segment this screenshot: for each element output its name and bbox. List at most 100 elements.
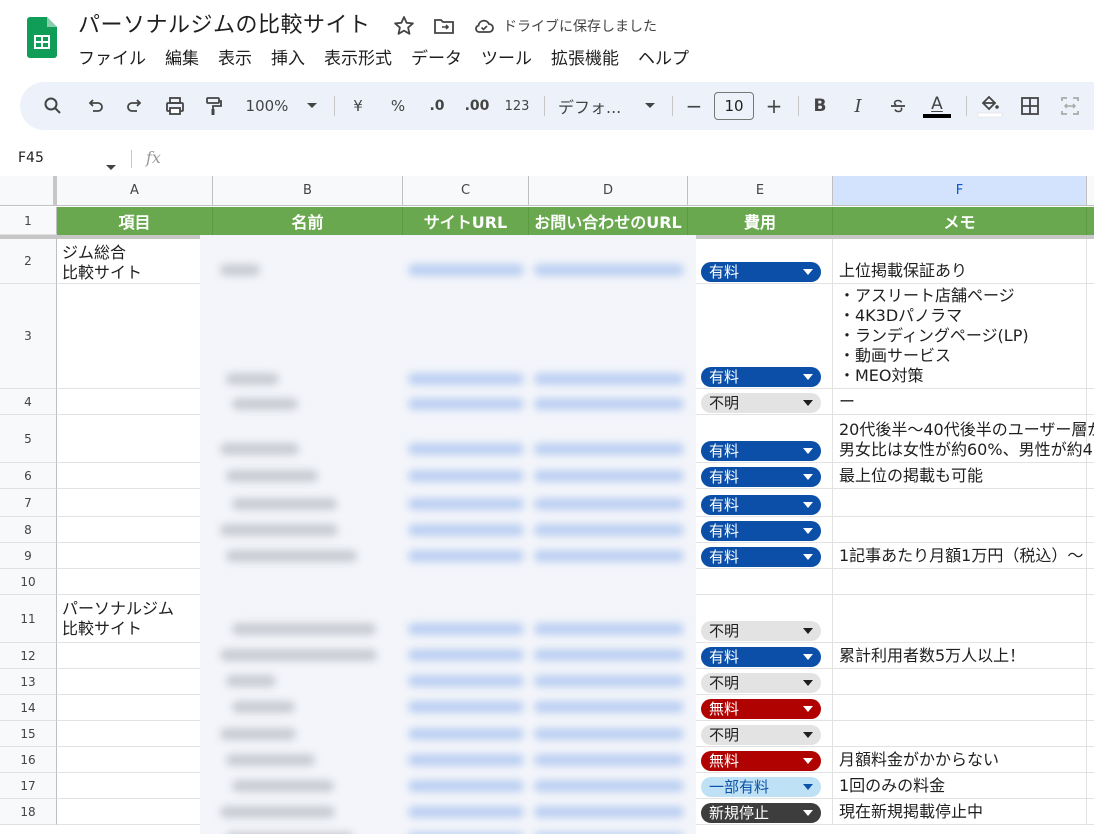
menu-item-6[interactable]: ツール (481, 46, 542, 72)
column-header-a[interactable]: A (57, 176, 213, 206)
cost-chip-11[interactable]: 不明 (701, 621, 821, 641)
cost-chip-4[interactable]: 不明 (701, 393, 821, 413)
font-size-field[interactable]: 10 (714, 82, 754, 130)
star-icon[interactable] (392, 14, 416, 38)
menu-item-0[interactable]: ファイル (78, 46, 156, 72)
row-header-12[interactable]: 12 (0, 643, 57, 669)
zoom-select[interactable]: 100% (242, 82, 292, 130)
font-family-select[interactable]: デフォ... (558, 82, 632, 130)
cost-chip-16[interactable]: 無料 (701, 751, 821, 771)
font-size-input[interactable]: 10 (714, 92, 754, 120)
cost-chip-6[interactable]: 有料 (701, 467, 821, 487)
cloud-saved-icon[interactable] (472, 14, 496, 38)
cell-g8[interactable] (1087, 517, 1094, 543)
header-cell-d[interactable]: お問い合わせのURL (529, 207, 688, 235)
cell-g17[interactable] (1087, 773, 1094, 799)
row-header-6[interactable]: 6 (0, 463, 57, 489)
menu-item-3[interactable]: 挿入 (271, 46, 315, 72)
number-format-button[interactable]: 123 (502, 82, 532, 130)
row-header-13[interactable]: 13 (0, 669, 57, 695)
name-box-dropdown-icon[interactable] (106, 156, 116, 175)
currency-format-button[interactable]: ¥ (346, 82, 370, 130)
cost-chip-7[interactable]: 有料 (701, 495, 821, 515)
cell-g10[interactable] (1087, 569, 1094, 595)
name-box[interactable]: F45 (18, 150, 44, 166)
menu-item-7[interactable]: 拡張機能 (551, 46, 629, 72)
header-cell-b[interactable]: 名前 (213, 207, 403, 235)
cost-chip-9[interactable]: 有料 (701, 547, 821, 567)
cell-g12[interactable] (1087, 643, 1094, 669)
select-all-corner[interactable] (0, 176, 57, 206)
cell-a13[interactable] (57, 669, 213, 695)
undo-icon[interactable] (80, 82, 110, 130)
sheets-logo-icon[interactable] (27, 17, 57, 58)
cell-a9[interactable] (57, 543, 213, 569)
cost-chip-8[interactable]: 有料 (701, 521, 821, 541)
cost-chip-2[interactable]: 有料 (701, 262, 821, 282)
merge-cells-icon[interactable] (1056, 82, 1084, 130)
zoom-dropdown-icon[interactable] (304, 82, 320, 130)
cell-g4[interactable] (1087, 389, 1094, 415)
header-cell-e[interactable]: 費用 (688, 207, 833, 235)
cell-g14[interactable] (1087, 695, 1094, 721)
header-cell-a[interactable]: 項目 (57, 207, 213, 235)
cell-f7[interactable] (833, 489, 1087, 517)
cell-a12[interactable] (57, 643, 213, 669)
cell-f14[interactable] (833, 695, 1087, 721)
cell-f15[interactable] (833, 721, 1087, 747)
document-title[interactable]: パーソナルジムの比較サイト (78, 10, 371, 42)
row-header-7[interactable]: 7 (0, 489, 57, 517)
row-header-2[interactable]: 2 (0, 239, 57, 284)
column-header-g[interactable] (1087, 176, 1094, 206)
cell-a5[interactable] (57, 415, 213, 463)
cell-a8[interactable] (57, 517, 213, 543)
header-cell-g[interactable] (1087, 207, 1094, 235)
cell-a7[interactable] (57, 489, 213, 517)
row-header-9[interactable]: 9 (0, 543, 57, 569)
cell-g13[interactable] (1087, 669, 1094, 695)
increase-decimal-button[interactable]: .00 (460, 82, 494, 130)
cell-a15[interactable] (57, 721, 213, 747)
row-header-14[interactable]: 14 (0, 695, 57, 721)
cost-chip-15[interactable]: 不明 (701, 725, 821, 745)
fill-color-icon[interactable] (974, 82, 1006, 130)
menu-item-8[interactable]: ヘルプ (638, 46, 699, 72)
cell-g16[interactable] (1087, 747, 1094, 773)
cell-a14[interactable] (57, 695, 213, 721)
redo-icon[interactable] (120, 82, 150, 130)
cost-chip-14[interactable]: 無料 (701, 699, 821, 719)
cell-a16[interactable] (57, 747, 213, 773)
column-header-b[interactable]: B (213, 176, 403, 206)
menu-item-2[interactable]: 表示 (218, 46, 262, 72)
font-size-decrease-button[interactable]: − (682, 82, 706, 130)
row-header-17[interactable]: 17 (0, 773, 57, 799)
cell-g7[interactable] (1087, 489, 1094, 517)
cell-a18[interactable] (57, 799, 213, 825)
cell-a4[interactable] (57, 389, 213, 415)
cost-chip-5[interactable]: 有料 (701, 441, 821, 461)
font-dropdown-icon[interactable] (642, 82, 658, 130)
menu-item-5[interactable]: データ (411, 46, 472, 72)
row-header-18[interactable]: 18 (0, 799, 57, 825)
move-to-folder-icon[interactable] (432, 14, 456, 38)
cell-g3[interactable] (1087, 284, 1094, 389)
row-header-10[interactable]: 10 (0, 569, 57, 595)
column-header-e[interactable]: E (688, 176, 833, 206)
cost-chip-18[interactable]: 新規停止 (701, 803, 821, 823)
cell-e10[interactable] (688, 569, 833, 595)
cell-a3[interactable] (57, 284, 213, 389)
bold-button[interactable]: B (808, 82, 832, 130)
font-size-increase-button[interactable]: + (762, 82, 786, 130)
column-header-c[interactable]: C (403, 176, 529, 206)
menu-item-4[interactable]: 表示形式 (324, 46, 402, 72)
row-header-11[interactable]: 11 (0, 595, 57, 643)
cell-a10[interactable] (57, 569, 213, 595)
row-header-5[interactable]: 5 (0, 415, 57, 463)
cell-f4[interactable] (833, 389, 1087, 415)
cell-f11[interactable] (833, 595, 1087, 643)
row-header-4[interactable]: 4 (0, 389, 57, 415)
strikethrough-icon[interactable] (886, 82, 910, 130)
italic-button[interactable]: I (846, 82, 870, 130)
print-icon[interactable] (160, 82, 190, 130)
header-cell-f[interactable]: メモ (833, 207, 1087, 235)
